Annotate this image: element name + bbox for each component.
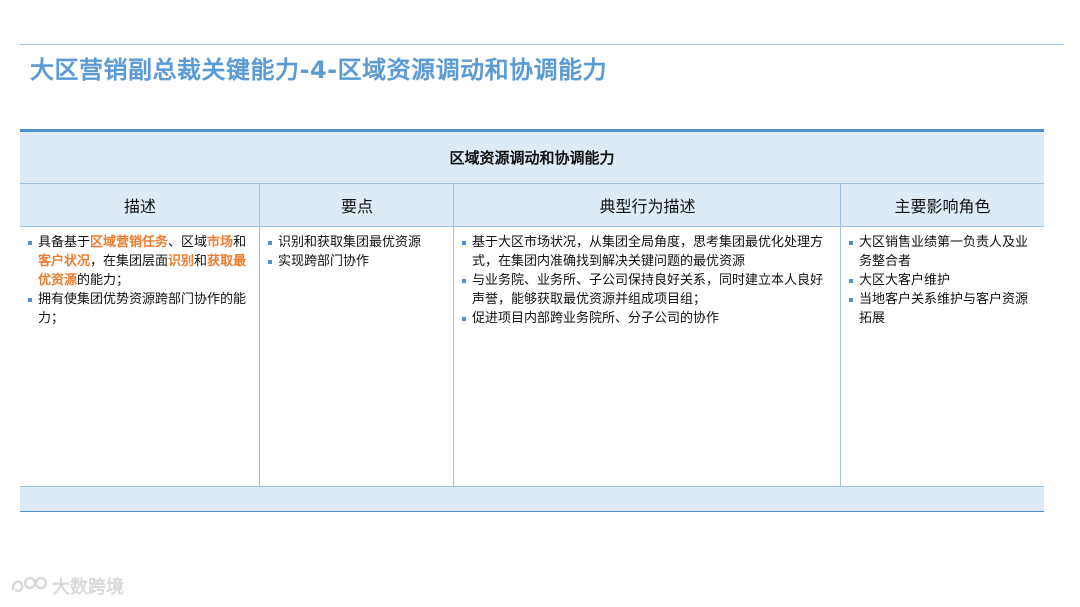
highlight-text: 识别 (168, 254, 195, 269)
watermark-text: 大数跨境 (52, 577, 124, 598)
column-header-roles: 主要影响角色 (894, 197, 991, 216)
behavior-item: 与业务院、业务所、子公司保持良好关系，同时建立本人良好声誉，能够获取最优资源并组… (462, 271, 826, 309)
competency-table: 区域资源调动和协调能力 描述 要点 典型行为描述 主要影响角色 具备基于区域营销… (20, 129, 1044, 512)
column-header-row: 描述 要点 典型行为描述 主要影响角色 (20, 184, 1044, 227)
column-header-description: 描述 (123, 197, 156, 216)
behavior-item: 促进项目内部跨业务院所、分子公司的协作 (462, 309, 826, 328)
role-item: 大区大客户维护 (849, 271, 1037, 290)
watermark: 大数跨境 (10, 573, 124, 599)
description-item: 拥有使集团优势资源跨部门协作的能力； (28, 290, 254, 328)
behavior-item: 基于大区市场状况，从集团全局角度，思考集团最优化处理方式，在集团内准确找到解决关… (462, 233, 826, 271)
brand-logo-icon (10, 575, 48, 597)
highlight-text: 客户状况 (38, 254, 91, 269)
description-item: 具备基于区域营销任务、区域市场和客户状况，在集团层面识别和获取最优资源的能力； (28, 233, 254, 290)
column-divider (840, 184, 841, 487)
role-item: 大区销售业绩第一负责人及业务整合者 (849, 233, 1037, 271)
column-divider (259, 184, 260, 487)
role-item: 当地客户关系维护与客户资源拓展 (849, 290, 1037, 328)
table-footer-band (20, 487, 1044, 511)
slide-title: 大区营销副总裁关键能力-4-区域资源调动和协调能力 (30, 56, 608, 84)
highlight-text: 市场 (207, 235, 234, 250)
column-header-key-points: 要点 (340, 197, 373, 216)
key-point-item: 识别和获取集团最优资源 (268, 233, 448, 252)
title-divider (20, 44, 1064, 45)
table-body-row: 具备基于区域营销任务、区域市场和客户状况，在集团层面识别和获取最优资源的能力； … (20, 227, 1044, 487)
column-header-behaviors: 典型行为描述 (599, 197, 696, 216)
highlight-text: 区域营销任务 (90, 235, 169, 250)
column-divider (453, 184, 454, 487)
table-header: 区域资源调动和协调能力 (20, 132, 1044, 184)
key-point-item: 实现跨部门协作 (268, 252, 448, 271)
behaviors-cell: 基于大区市场状况，从集团全局角度，思考集团最优化处理方式，在集团内准确找到解决关… (462, 233, 826, 328)
description-cell: 具备基于区域营销任务、区域市场和客户状况，在集团层面识别和获取最优资源的能力； … (28, 233, 254, 328)
key-points-cell: 识别和获取集团最优资源 实现跨部门协作 (268, 233, 448, 271)
roles-cell: 大区销售业绩第一负责人及业务整合者 大区大客户维护 当地客户关系维护与客户资源拓… (849, 233, 1037, 328)
